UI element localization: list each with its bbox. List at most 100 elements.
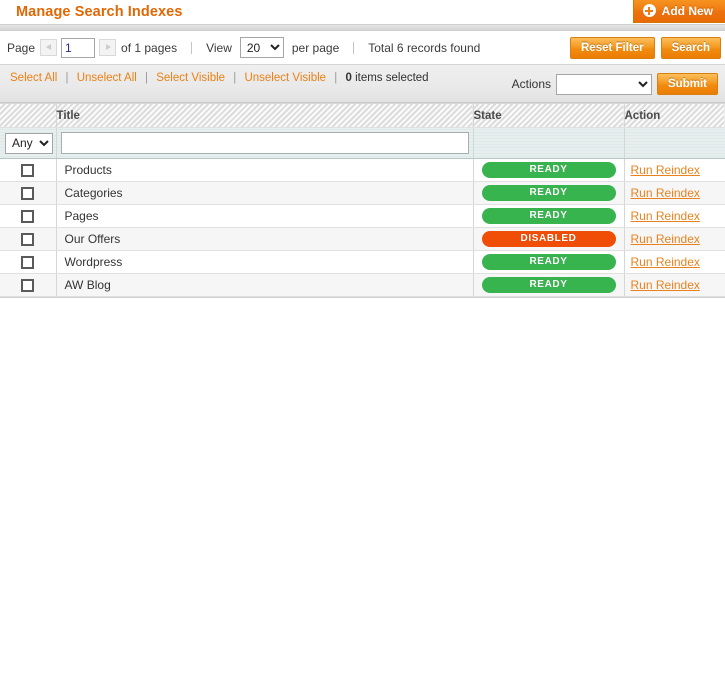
- row-checkbox-cell[interactable]: [0, 250, 57, 274]
- row-title: Our Offers: [56, 227, 474, 251]
- row-checkbox[interactable]: [21, 187, 35, 201]
- unselect-visible-link[interactable]: Unselect Visible: [244, 72, 326, 84]
- reset-filter-button[interactable]: Reset Filter: [570, 37, 655, 59]
- row-action-cell: Run Reindex: [624, 227, 725, 251]
- page-number-input[interactable]: [61, 37, 96, 58]
- column-header-checkbox[interactable]: [0, 103, 57, 128]
- run-reindex-link[interactable]: Run Reindex: [631, 186, 700, 200]
- toolbar-separator-1: [191, 41, 193, 54]
- filter-cell-title: [56, 127, 474, 159]
- row-checkbox-cell[interactable]: [0, 181, 57, 205]
- massaction-controls: Actions Submit: [512, 73, 718, 95]
- filter-row: Any: [0, 127, 725, 159]
- row-checkbox[interactable]: [21, 164, 35, 178]
- row-state-cell: READY: [473, 158, 625, 182]
- status-badge: READY: [481, 208, 616, 224]
- actions-select[interactable]: [556, 73, 653, 95]
- massaction-separator-4: |: [334, 72, 338, 84]
- row-action-cell: Run Reindex: [624, 181, 725, 205]
- table-row[interactable]: Our Offers DISABLED Run Reindex: [0, 227, 725, 251]
- table-row[interactable]: AW Blog READY Run Reindex: [0, 273, 725, 297]
- header-divider: [0, 24, 725, 31]
- header-row: Title State Action: [0, 103, 725, 128]
- search-indexes-grid: Page of 1 pages View 20 per page Total 6…: [0, 31, 725, 298]
- row-checkbox[interactable]: [21, 279, 35, 293]
- toolbar-separator-2: [353, 41, 355, 54]
- select-all-link[interactable]: Select All: [10, 72, 57, 84]
- column-header-state[interactable]: State: [473, 103, 625, 128]
- column-header-action[interactable]: Action: [624, 103, 725, 128]
- filter-any-select[interactable]: Any: [5, 132, 53, 154]
- row-state-cell: DISABLED: [473, 227, 625, 251]
- filter-cell-action: [624, 127, 725, 159]
- run-reindex-link[interactable]: Run Reindex: [631, 278, 700, 292]
- row-state-cell: READY: [473, 273, 625, 297]
- massaction-separator-2: |: [145, 72, 149, 84]
- status-badge: READY: [481, 277, 616, 293]
- status-badge: READY: [481, 185, 616, 201]
- run-reindex-link[interactable]: Run Reindex: [631, 209, 700, 223]
- row-title: Wordpress: [56, 250, 474, 274]
- status-badge: DISABLED: [481, 231, 616, 247]
- massaction-separator-3: |: [233, 72, 237, 84]
- massaction-separator-1: |: [65, 72, 69, 84]
- row-action-cell: Run Reindex: [624, 250, 725, 274]
- actions-label: Actions: [511, 77, 552, 91]
- run-reindex-link[interactable]: Run Reindex: [631, 232, 700, 246]
- row-checkbox-cell[interactable]: [0, 273, 57, 297]
- selected-count: 0: [345, 72, 352, 84]
- total-pages-label: of 1 pages: [121, 40, 178, 55]
- table-row[interactable]: Products READY Run Reindex: [0, 158, 725, 182]
- search-button[interactable]: Search: [660, 37, 721, 59]
- table-row[interactable]: Pages READY Run Reindex: [0, 204, 725, 228]
- row-checkbox-cell[interactable]: [0, 158, 57, 182]
- per-page-select[interactable]: 20: [239, 37, 284, 58]
- content-header: Manage Search Indexes Add New: [0, 0, 725, 24]
- row-action-cell: Run Reindex: [624, 158, 725, 182]
- add-new-button[interactable]: Add New: [632, 0, 725, 23]
- massaction-bar: Select All | Unselect All | Select Visib…: [0, 64, 725, 103]
- filter-title-input[interactable]: [60, 132, 469, 154]
- page-label: Page: [7, 40, 36, 55]
- pager-buttons: Reset Filter Search: [570, 37, 721, 59]
- indexes-table: Title State Action Any Products READY Run …: [0, 103, 725, 297]
- previous-page-button[interactable]: [40, 39, 58, 56]
- row-title: Products: [56, 158, 474, 182]
- table-row[interactable]: Categories READY Run Reindex: [0, 181, 725, 205]
- items-selected-label: items selected: [355, 72, 429, 84]
- plus-circle-icon: [642, 4, 656, 17]
- run-reindex-link[interactable]: Run Reindex: [631, 163, 700, 177]
- row-title: Pages: [56, 204, 474, 228]
- view-label: View: [206, 40, 232, 55]
- row-title: Categories: [56, 181, 474, 205]
- filter-cell-state: [473, 127, 625, 159]
- grid-bottom-edge: [0, 297, 725, 298]
- row-state-cell: READY: [473, 250, 625, 274]
- row-checkbox[interactable]: [21, 210, 35, 224]
- next-page-button[interactable]: [99, 39, 117, 56]
- row-checkbox-cell[interactable]: [0, 204, 57, 228]
- status-badge: READY: [481, 162, 616, 178]
- select-visible-link[interactable]: Select Visible: [156, 72, 225, 84]
- run-reindex-link[interactable]: Run Reindex: [631, 255, 700, 269]
- add-new-button-label: Add New: [661, 3, 713, 18]
- filter-cell-checkbox: Any: [0, 127, 57, 159]
- table-body: Products READY Run Reindex Categories READY R…: [0, 158, 725, 297]
- pager-toolbar: Page of 1 pages View 20 per page Total 6…: [0, 31, 725, 64]
- row-checkbox-cell[interactable]: [0, 227, 57, 251]
- status-badge: READY: [481, 254, 616, 270]
- column-header-title[interactable]: Title: [56, 103, 474, 128]
- per-page-label: per page: [291, 40, 340, 55]
- table-row[interactable]: Wordpress READY Run Reindex: [0, 250, 725, 274]
- massaction-links: Select All | Unselect All | Select Visib…: [10, 70, 430, 86]
- filter-body: Any: [0, 127, 725, 159]
- row-action-cell: Run Reindex: [624, 273, 725, 297]
- table-head: Title State Action: [0, 103, 725, 128]
- row-action-cell: Run Reindex: [624, 204, 725, 228]
- total-records-label: Total 6 records found: [368, 40, 481, 55]
- row-checkbox[interactable]: [21, 256, 35, 270]
- submit-button[interactable]: Submit: [657, 73, 718, 95]
- row-title: AW Blog: [56, 273, 474, 297]
- row-checkbox[interactable]: [21, 233, 35, 247]
- unselect-all-link[interactable]: Unselect All: [77, 72, 137, 84]
